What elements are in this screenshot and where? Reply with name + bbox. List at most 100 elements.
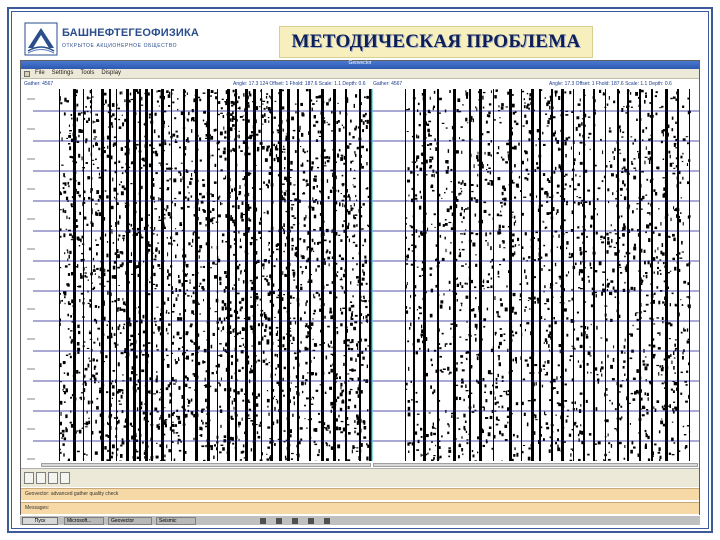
seismic-wiggle (144, 456, 146, 459)
taskbar-item-2[interactable]: Geovector (108, 517, 152, 525)
seismic-wiggle (154, 288, 157, 290)
seismic-wiggle (460, 302, 463, 304)
seismic-wiggle (171, 441, 174, 443)
seismic-wiggle (349, 388, 353, 391)
seismic-gathers-view[interactable] (21, 89, 699, 461)
text-tool-button[interactable] (24, 472, 34, 484)
seismic-trace (279, 89, 282, 461)
seismic-wiggle (289, 334, 292, 337)
window-titlebar[interactable]: Geovector (21, 60, 699, 69)
seismic-wiggle (152, 196, 155, 200)
seismic-wiggle (279, 214, 282, 218)
tray-icon[interactable] (324, 518, 330, 524)
menu-item[interactable]: Settings (52, 70, 74, 76)
start-button[interactable]: Пуск (22, 517, 58, 525)
seismic-wiggle (301, 256, 305, 260)
seismic-wiggle (347, 210, 351, 215)
seismic-wiggle (322, 101, 325, 104)
seismic-wiggle (166, 189, 169, 191)
trace-tool-button[interactable] (36, 472, 46, 484)
seismic-wiggle (194, 169, 196, 174)
seismic-wiggle (410, 295, 412, 298)
seismic-wiggle (354, 214, 358, 216)
status-line-1: Geovector: advanced gather quality check (21, 488, 699, 500)
seismic-wiggle (565, 137, 569, 141)
seismic-wiggle (360, 282, 363, 286)
seismic-wiggle (207, 168, 209, 171)
seismic-wiggle (87, 400, 90, 405)
seismic-wiggle (685, 445, 688, 449)
seismic-wiggle (639, 311, 642, 314)
seismic-wiggle (326, 442, 328, 447)
seismic-wiggle (333, 189, 337, 192)
zoom-tool-button[interactable] (48, 472, 58, 484)
seismic-wiggle (486, 280, 489, 283)
seismic-wiggle (411, 442, 415, 446)
seismic-wiggle (242, 399, 245, 402)
seismic-wiggle (562, 314, 565, 317)
seismic-wiggle (177, 317, 180, 321)
seismic-wiggle (559, 195, 562, 197)
gather-tool-button[interactable] (60, 472, 70, 484)
seismic-wiggle (459, 282, 462, 286)
seismic-wiggle (269, 148, 273, 153)
seismic-wiggle (646, 178, 649, 181)
tray-icon[interactable] (308, 518, 314, 524)
seismic-wiggle (476, 184, 479, 187)
seismic-wiggle (595, 294, 597, 298)
tray-icon[interactable] (292, 518, 298, 524)
seismic-wiggle (465, 357, 468, 361)
seismic-wiggle (135, 143, 139, 146)
tray-icon[interactable] (260, 518, 266, 524)
seismic-wiggle (340, 277, 342, 279)
seismic-wiggle (168, 312, 170, 314)
seismic-wiggle (676, 184, 679, 188)
seismic-wiggle (175, 361, 177, 365)
seismic-wiggle (246, 343, 248, 348)
seismic-wiggle (302, 192, 306, 195)
seismic-wiggle (437, 418, 440, 422)
seismic-wiggle (490, 246, 492, 251)
seismic-wiggle (686, 296, 690, 298)
seismic-wiggle (156, 349, 159, 351)
seismic-wiggle (351, 368, 354, 372)
seismic-wiggle (565, 154, 567, 158)
seismic-wiggle (238, 145, 241, 149)
seismic-wiggle (235, 100, 239, 104)
seismic-wiggle (344, 381, 347, 384)
seismic-wiggle (594, 270, 598, 273)
app-menu-icon[interactable] (24, 71, 30, 77)
seismic-wiggle (184, 280, 188, 282)
seismic-wiggle (340, 420, 344, 423)
seismic-wiggle (429, 313, 433, 318)
seismic-wiggle (673, 142, 676, 147)
seismic-wiggle (255, 396, 258, 399)
seismic-wiggle (584, 201, 588, 203)
menu-item[interactable]: Display (101, 70, 121, 76)
seismic-wiggle (113, 196, 115, 199)
seismic-wiggle (556, 140, 559, 144)
seismic-wiggle (99, 389, 102, 394)
seismic-wiggle (359, 102, 362, 106)
left-panel-scrollbar[interactable] (41, 463, 371, 467)
seismic-wiggle (365, 305, 368, 309)
seismic-wiggle (71, 394, 74, 397)
taskbar-item-3[interactable]: Seismic (156, 517, 196, 525)
menu-item[interactable]: File (35, 70, 45, 76)
tray-icon[interactable] (276, 518, 282, 524)
right-panel-scrollbar[interactable] (373, 463, 698, 467)
seismic-wiggle (485, 399, 488, 403)
taskbar-item-1[interactable]: Microsoft... (64, 517, 104, 525)
seismic-wiggle (652, 257, 656, 261)
seismic-wiggle (217, 258, 220, 261)
seismic-wiggle (250, 286, 253, 291)
seismic-wiggle (497, 270, 500, 275)
menu-item[interactable]: Tools (80, 70, 94, 76)
seismic-wiggle (221, 300, 225, 304)
seismic-wiggle (276, 156, 280, 160)
seismic-wiggle (473, 404, 475, 408)
seismic-wiggle (126, 148, 130, 151)
seismic-wiggle (546, 102, 549, 107)
seismic-wiggle (68, 353, 71, 355)
seismic-wiggle (246, 119, 250, 123)
